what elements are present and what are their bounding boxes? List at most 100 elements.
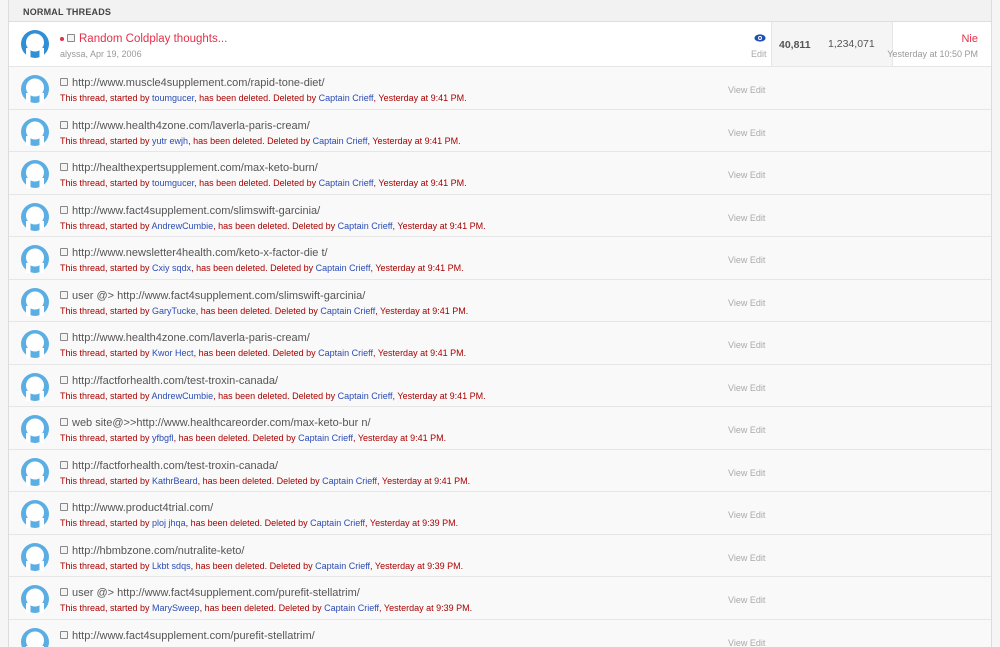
thread-title[interactable]: http://www.newsletter4health.com/keto-x-… bbox=[72, 247, 328, 259]
checkbox-icon[interactable] bbox=[60, 545, 68, 554]
deleted-thread-row[interactable]: http://www.health4zone.com/laverla-paris… bbox=[9, 109, 991, 152]
deleted-thread-row[interactable]: http://healthexpertsupplement.com/max-ke… bbox=[9, 152, 991, 195]
view-edit-links[interactable]: View Edit bbox=[728, 638, 765, 647]
thread-starter[interactable]: GaryTucke bbox=[152, 306, 196, 316]
deleted-thread-row[interactable]: user @> http://www.fact4supplement.com/s… bbox=[9, 279, 991, 322]
deleted-thread-row[interactable]: http://www.fact4supplement.com/purefit-s… bbox=[9, 619, 991, 647]
deleted-by-user[interactable]: Captain Crieff bbox=[319, 178, 374, 188]
avatar[interactable] bbox=[21, 415, 49, 443]
deleted-thread-row[interactable]: http://factforhealth.com/test-troxin-can… bbox=[9, 364, 991, 407]
avatar[interactable] bbox=[21, 202, 49, 231]
thread-starter[interactable]: yutr ewjh bbox=[152, 136, 188, 146]
deleted-by-user[interactable]: Captain Crieff bbox=[338, 391, 393, 401]
avatar[interactable] bbox=[21, 627, 49, 647]
thread-starter[interactable]: toumgucer bbox=[152, 93, 194, 103]
checkbox-icon[interactable] bbox=[60, 248, 68, 257]
checkbox-icon[interactable] bbox=[60, 375, 68, 384]
thread-title[interactable]: user @> http://www.fact4supplement.com/p… bbox=[72, 587, 360, 599]
thread-starter[interactable]: AndrewCumbie bbox=[152, 391, 214, 401]
checkbox-icon[interactable] bbox=[60, 290, 68, 299]
view-edit-links[interactable]: View Edit bbox=[728, 298, 765, 308]
checkbox-icon[interactable] bbox=[60, 588, 68, 597]
thread-starter[interactable]: KathrBeard bbox=[152, 476, 198, 486]
deleted-by-user[interactable]: Captain Crieff bbox=[338, 221, 393, 231]
view-edit-links[interactable]: View Edit bbox=[728, 425, 765, 435]
edit-link[interactable]: Edit bbox=[751, 49, 767, 59]
avatar[interactable] bbox=[21, 117, 49, 146]
deleted-thread-row[interactable]: http://www.fact4supplement.com/slimswift… bbox=[9, 194, 991, 237]
deleted-thread-row[interactable]: http://www.newsletter4health.com/keto-x-… bbox=[9, 237, 991, 280]
thread-starter[interactable]: yfbgfl bbox=[152, 433, 174, 443]
deleted-by-user[interactable]: Captain Crieff bbox=[322, 476, 377, 486]
view-edit-links[interactable]: View Edit bbox=[728, 595, 765, 605]
checkbox-icon[interactable] bbox=[60, 503, 68, 512]
deleted-thread-row[interactable]: http://www.product4trial.com/ This threa… bbox=[9, 492, 991, 535]
last-post-user[interactable]: Nie bbox=[961, 33, 978, 45]
view-edit-links[interactable]: View Edit bbox=[728, 510, 765, 520]
deleted-thread-row[interactable]: http://hbmbzone.com/nutralite-keto/ This… bbox=[9, 534, 991, 577]
thread-title[interactable]: http://www.muscle4supplement.com/rapid-t… bbox=[72, 77, 325, 89]
view-edit-links[interactable]: View Edit bbox=[728, 553, 765, 563]
view-edit-links[interactable]: View Edit bbox=[728, 468, 765, 478]
avatar[interactable] bbox=[21, 500, 49, 528]
checkbox-icon[interactable] bbox=[60, 333, 68, 342]
deleted-by-user[interactable]: Captain Crieff bbox=[315, 561, 370, 571]
thread-starter[interactable]: MarySweep bbox=[152, 603, 200, 613]
deleted-thread-row[interactable]: http://factforhealth.com/test-troxin-can… bbox=[9, 449, 991, 492]
thread-title[interactable]: http://hbmbzone.com/nutralite-keto/ bbox=[72, 545, 244, 557]
thread-starter[interactable]: Kwor Hect bbox=[152, 348, 194, 358]
deleted-thread-row[interactable]: web site@>>http://www.healthcareorder.co… bbox=[9, 407, 991, 450]
deleted-by-user[interactable]: Captain Crieff bbox=[320, 306, 375, 316]
deleted-by-user[interactable]: Captain Crieff bbox=[310, 518, 365, 528]
deleted-thread-row[interactable]: user @> http://www.fact4supplement.com/p… bbox=[9, 577, 991, 620]
checkbox-icon[interactable] bbox=[60, 78, 68, 87]
last-post-time[interactable]: Yesterday at 10:50 PM bbox=[887, 49, 978, 59]
thread-starter[interactable]: AndrewCumbie bbox=[152, 221, 214, 231]
avatar[interactable] bbox=[21, 585, 49, 613]
avatar[interactable] bbox=[21, 542, 49, 571]
avatar[interactable] bbox=[21, 287, 49, 316]
view-edit-links[interactable]: View Edit bbox=[728, 128, 765, 138]
thread-author[interactable]: alyssa bbox=[60, 49, 86, 59]
avatar[interactable] bbox=[21, 245, 49, 273]
deleted-thread-row[interactable]: http://www.health4zone.com/laverla-paris… bbox=[9, 322, 991, 365]
thread-starter[interactable]: toumgucer bbox=[152, 178, 194, 188]
avatar[interactable] bbox=[21, 30, 49, 58]
deleted-by-user[interactable]: Captain Crieff bbox=[316, 263, 371, 273]
view-edit-links[interactable]: View Edit bbox=[728, 213, 765, 223]
checkbox-icon[interactable] bbox=[67, 34, 75, 43]
thread-title[interactable]: Random Coldplay thoughts... bbox=[79, 33, 227, 45]
thread-title[interactable]: http://healthexpertsupplement.com/max-ke… bbox=[72, 162, 318, 174]
eye-icon[interactable] bbox=[754, 33, 766, 45]
thread-title[interactable]: http://www.fact4supplement.com/purefit-s… bbox=[72, 630, 315, 642]
thread-title[interactable]: http://factforhealth.com/test-troxin-can… bbox=[72, 375, 278, 387]
view-edit-links[interactable]: View Edit bbox=[728, 255, 765, 265]
view-edit-links[interactable]: View Edit bbox=[728, 383, 765, 393]
deleted-by-user[interactable]: Captain Crieff bbox=[319, 93, 374, 103]
sticky-thread-row[interactable]: Random Coldplay thoughts... alyssa, Apr … bbox=[9, 22, 991, 67]
checkbox-icon[interactable] bbox=[60, 163, 68, 172]
checkbox-icon[interactable] bbox=[60, 205, 68, 214]
checkbox-icon[interactable] bbox=[60, 120, 68, 129]
thread-title[interactable]: user @> http://www.fact4supplement.com/s… bbox=[72, 290, 365, 302]
deleted-by-user[interactable]: Captain Crieff bbox=[318, 348, 373, 358]
view-edit-links[interactable]: View Edit bbox=[728, 170, 765, 180]
thread-starter[interactable]: Cxiy sqdx bbox=[152, 263, 191, 273]
avatar[interactable] bbox=[21, 457, 49, 486]
deleted-by-user[interactable]: Captain Crieff bbox=[313, 136, 368, 146]
thread-starter[interactable]: Lkbt sdqs bbox=[152, 561, 191, 571]
checkbox-icon[interactable] bbox=[60, 418, 68, 427]
checkbox-icon[interactable] bbox=[60, 460, 68, 469]
avatar[interactable] bbox=[21, 372, 49, 401]
view-edit-links[interactable]: View Edit bbox=[728, 85, 765, 95]
thread-title[interactable]: http://www.health4zone.com/laverla-paris… bbox=[72, 120, 310, 132]
thread-title[interactable]: http://www.health4zone.com/laverla-paris… bbox=[72, 332, 310, 344]
thread-title[interactable]: web site@>>http://www.healthcareorder.co… bbox=[72, 417, 371, 429]
thread-starter[interactable]: ploj jhqa bbox=[152, 518, 186, 528]
thread-title[interactable]: http://www.product4trial.com/ bbox=[72, 502, 213, 514]
checkbox-icon[interactable] bbox=[60, 630, 68, 639]
deleted-thread-row[interactable]: http://www.muscle4supplement.com/rapid-t… bbox=[9, 67, 991, 110]
avatar[interactable] bbox=[21, 160, 49, 188]
deleted-by-user[interactable]: Captain Crieff bbox=[298, 433, 353, 443]
avatar[interactable] bbox=[21, 330, 49, 358]
